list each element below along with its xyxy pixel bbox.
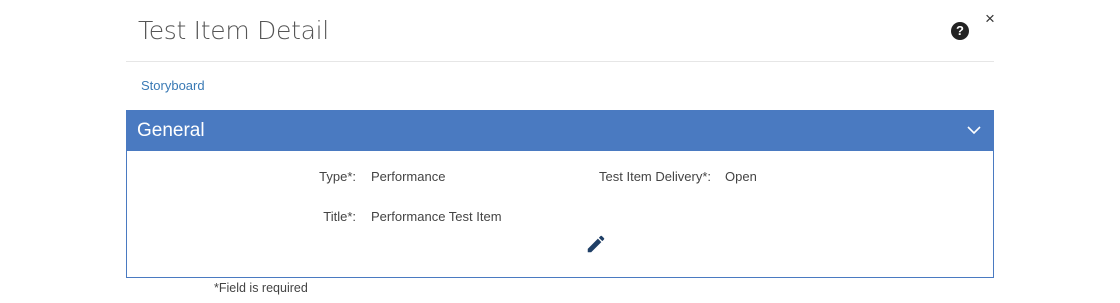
chevron-down-icon	[967, 126, 981, 135]
title-value: Performance Test Item	[371, 209, 502, 224]
pencil-icon[interactable]	[585, 233, 607, 255]
delivery-label: Test Item Delivery*:	[599, 169, 711, 184]
delivery-value: Open	[725, 169, 757, 184]
dialog-title: Test Item Detail	[138, 16, 329, 45]
help-icon[interactable]: ?	[951, 22, 969, 40]
general-panel-header[interactable]: General	[127, 111, 993, 151]
general-panel: General Type*: Performance Test Item Del…	[126, 110, 994, 278]
type-value: Performance	[371, 169, 446, 184]
header-divider	[126, 61, 994, 62]
title-label: Title*:	[323, 209, 356, 224]
storyboard-link[interactable]: Storyboard	[141, 78, 205, 93]
general-panel-title: General	[137, 120, 205, 141]
type-label: Type*:	[319, 169, 356, 184]
close-button[interactable]: ×	[983, 10, 997, 28]
required-note: *Field is required	[214, 281, 308, 295]
close-icon: ×	[985, 9, 995, 28]
